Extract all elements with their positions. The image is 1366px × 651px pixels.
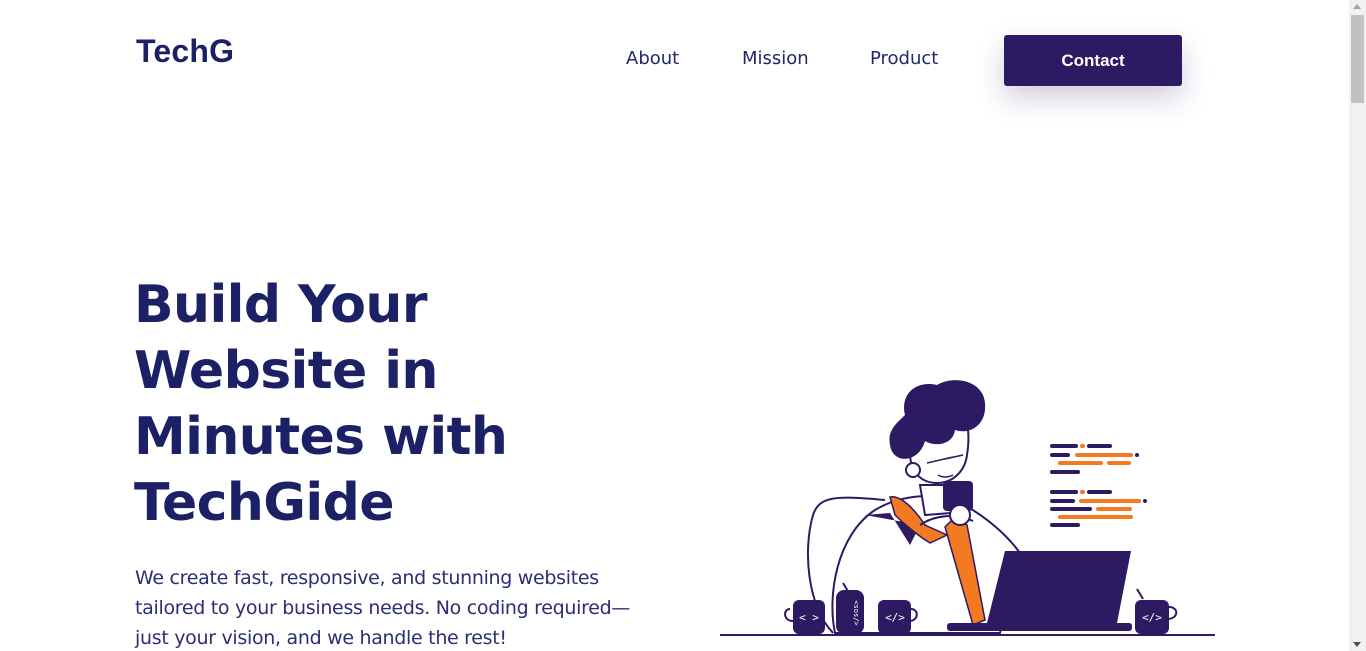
nav-link-product[interactable]: Product — [870, 48, 938, 69]
hero-description: We create fast, responsive, and stunning… — [135, 567, 631, 649]
mug-middle-label: </> — [885, 611, 905, 624]
nav-link-mission[interactable]: Mission — [742, 48, 809, 69]
nav-link-about[interactable]: About — [626, 48, 679, 69]
laptop — [987, 551, 1131, 623]
hero-title: Build Your Website in Minutes with TechG… — [134, 275, 508, 533]
developer-illustration: < > <sos/> </> </> — [720, 380, 1215, 636]
vertical-scrollbar[interactable] — [1349, 0, 1366, 651]
scroll-up-arrow-icon[interactable] — [1353, 4, 1361, 9]
mug-right: </> — [1135, 588, 1178, 634]
scroll-down-arrow-icon[interactable] — [1353, 642, 1361, 647]
mug-right-label: </> — [1142, 611, 1162, 624]
code-lines-top — [1050, 444, 1139, 474]
page: TechG About Mission Product Contact Buil… — [0, 0, 1366, 651]
mug-left-label: < > — [799, 611, 819, 624]
contact-button[interactable]: Contact — [1004, 35, 1182, 86]
scrollbar-thumb[interactable] — [1351, 15, 1364, 103]
code-lines-bottom — [1050, 490, 1147, 527]
can-label: <sos/> — [852, 600, 860, 625]
mug-left: < > — [784, 600, 825, 634]
